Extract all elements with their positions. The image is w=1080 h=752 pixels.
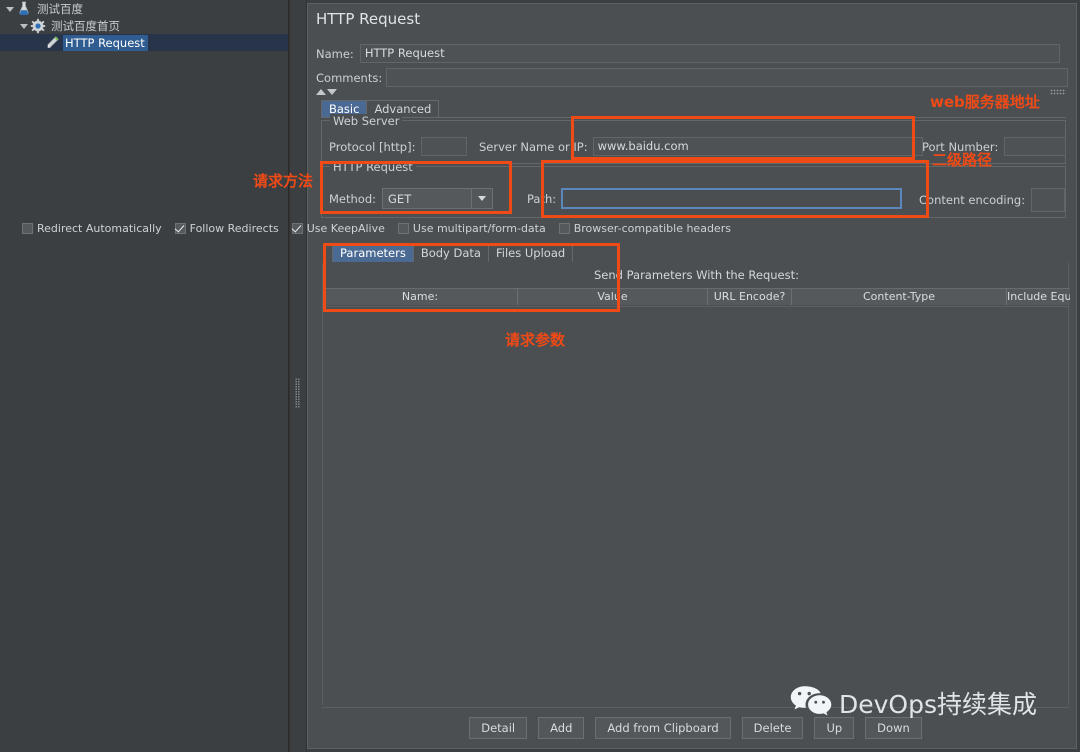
expand-down-icon[interactable] bbox=[327, 89, 337, 95]
server-name-label: Server Name or IP: bbox=[479, 139, 588, 154]
tree-item-label: HTTP Request bbox=[63, 34, 148, 51]
option-label: Use KeepAlive bbox=[306, 221, 385, 235]
method-dropdown[interactable]: GET bbox=[382, 188, 494, 209]
jmeter-window: 测试百度 测试百度首页 HTTP Request HTTP Request Na… bbox=[0, 0, 1080, 752]
parameters-table-header: Name: Value URL Encode? Content-Type Inc… bbox=[323, 288, 1070, 305]
test-plan-icon bbox=[16, 1, 32, 17]
parameters-panel: Send Parameters With the Request: Name: … bbox=[322, 263, 1070, 307]
checkbox-icon[interactable] bbox=[397, 222, 409, 234]
comments-input[interactable] bbox=[386, 68, 1068, 87]
content-encoding-label: Content encoding: bbox=[919, 193, 1026, 207]
tab-parameters[interactable]: Parameters bbox=[332, 244, 414, 262]
test-plan-tree[interactable]: 测试百度 测试百度首页 HTTP Request bbox=[0, 0, 289, 752]
column-header-url-encode[interactable]: URL Encode? bbox=[708, 289, 792, 305]
checkbox-icon[interactable] bbox=[22, 222, 33, 234]
web-server-group-title: Web Server bbox=[330, 114, 403, 128]
checkbox-checked-icon[interactable] bbox=[291, 222, 303, 234]
tree-item-label: 测试百度首页 bbox=[51, 18, 120, 33]
tab-files-upload[interactable]: Files Upload bbox=[487, 244, 574, 262]
option-redirect-automatically[interactable]: Redirect Automatically bbox=[22, 222, 162, 235]
option-browser-compatible-headers[interactable]: Browser-compatible headers bbox=[558, 221, 731, 235]
thread-group-icon bbox=[30, 18, 46, 34]
content-encoding-row: Content encoding: bbox=[919, 188, 1066, 212]
name-row: Name: HTTP Request bbox=[316, 44, 1068, 63]
button-separator bbox=[322, 707, 1069, 708]
parameters-tabs[interactable]: Parameters Body Data Files Upload bbox=[332, 244, 574, 262]
drag-grip-icon[interactable] bbox=[1050, 89, 1066, 95]
http-request-group: HTTP Request Method: GET Path: Content e… bbox=[321, 160, 1066, 218]
http-request-group-title: HTTP Request bbox=[330, 160, 416, 174]
checkbox-icon[interactable] bbox=[558, 222, 570, 234]
request-options-row: Redirect Automatically Follow Redirects … bbox=[22, 220, 762, 236]
collapse-up-icon[interactable] bbox=[316, 89, 326, 95]
parameters-action-buttons: Detail Add Add from Clipboard Delete Up … bbox=[322, 713, 1069, 743]
detail-button[interactable]: Detail bbox=[469, 717, 528, 739]
path-input[interactable] bbox=[561, 188, 903, 209]
column-header-include-equals[interactable]: Include Equals? bbox=[1007, 289, 1070, 305]
name-input[interactable]: HTTP Request bbox=[359, 44, 1060, 63]
protocol-label: Protocol [http]: bbox=[329, 139, 416, 154]
comments-label: Comments: bbox=[316, 70, 383, 85]
option-label: Browser-compatible headers bbox=[573, 221, 731, 235]
option-label: Redirect Automatically bbox=[37, 221, 162, 235]
delete-button[interactable]: Delete bbox=[741, 717, 804, 739]
chevron-down-icon[interactable] bbox=[18, 20, 30, 32]
option-label: Use multipart/form-data bbox=[412, 221, 546, 235]
collapse-expand-controls[interactable] bbox=[316, 86, 346, 98]
method-label: Method: bbox=[329, 191, 377, 206]
server-name-input[interactable]: www.baidu.com bbox=[592, 137, 923, 156]
server-name-row: Server Name or IP: www.baidu.com bbox=[479, 137, 923, 156]
checkbox-checked-icon[interactable] bbox=[174, 222, 186, 234]
name-label: Name: bbox=[316, 46, 354, 61]
content-encoding-input[interactable] bbox=[1031, 188, 1066, 212]
column-header-name[interactable]: Name: bbox=[323, 289, 518, 305]
option-use-multipart[interactable]: Use multipart/form-data bbox=[397, 221, 546, 235]
parameters-table-body[interactable] bbox=[322, 307, 1069, 705]
send-parameters-caption: Send Parameters With the Request: bbox=[594, 268, 799, 282]
column-header-content-type[interactable]: Content-Type bbox=[792, 289, 1007, 305]
protocol-input[interactable] bbox=[421, 137, 468, 156]
column-header-value[interactable]: Value bbox=[518, 289, 708, 305]
http-sampler-icon bbox=[44, 35, 60, 51]
tab-body-data[interactable]: Body Data bbox=[412, 244, 489, 262]
method-row: Method: GET bbox=[329, 188, 494, 209]
protocol-row: Protocol [http]: bbox=[329, 137, 468, 156]
panel-splitter[interactable] bbox=[289, 0, 307, 752]
path-row: Path: bbox=[527, 188, 903, 209]
method-value: GET bbox=[388, 191, 412, 206]
path-label: Path: bbox=[527, 191, 557, 206]
port-number-input[interactable] bbox=[1004, 137, 1067, 156]
web-server-group: Web Server Protocol [http]: Server Name … bbox=[321, 114, 1067, 164]
comments-row: Comments: bbox=[316, 68, 1068, 87]
down-button[interactable]: Down bbox=[865, 717, 922, 739]
port-number-label: Port Number: bbox=[922, 139, 999, 154]
port-number-row: Port Number: bbox=[922, 137, 1067, 156]
add-from-clipboard-button[interactable]: Add from Clipboard bbox=[595, 717, 731, 739]
tree-item-test-plan[interactable]: 测试百度 bbox=[0, 0, 288, 17]
tree-item-thread-group[interactable]: 测试百度首页 bbox=[0, 17, 288, 34]
add-button[interactable]: Add bbox=[538, 717, 585, 739]
option-use-keepalive[interactable]: Use KeepAlive bbox=[291, 221, 385, 235]
tree-item-label: 测试百度 bbox=[37, 1, 83, 16]
tree-item-http-request[interactable]: HTTP Request bbox=[0, 34, 288, 51]
tab-underline bbox=[321, 117, 1066, 118]
page-title: HTTP Request bbox=[316, 10, 421, 28]
option-label: Follow Redirects bbox=[189, 221, 279, 235]
option-follow-redirects[interactable]: Follow Redirects bbox=[174, 221, 279, 235]
chevron-down-icon[interactable] bbox=[471, 189, 493, 208]
splitter-grip[interactable] bbox=[295, 378, 300, 408]
up-button[interactable]: Up bbox=[814, 717, 855, 739]
chevron-down-icon[interactable] bbox=[4, 3, 16, 15]
